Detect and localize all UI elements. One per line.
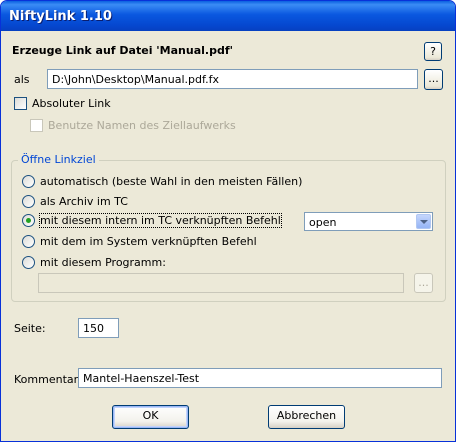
- comment-label: Kommentar:: [14, 373, 82, 386]
- open-target-group-title: Öffne Linkziel: [18, 153, 99, 166]
- drive-names-checkbox[interactable]: [30, 119, 43, 132]
- help-button[interactable]: ?: [424, 42, 442, 61]
- title-bar[interactable]: NiftyLink 1.10: [1, 1, 455, 31]
- absolute-link-checkbox[interactable]: [14, 97, 27, 110]
- ellipsis-icon: ...: [418, 276, 429, 289]
- radio-system-command-label: mit dem im System verknüpften Befehl: [40, 235, 257, 248]
- comment-input[interactable]: Mantel-Haenszel-Test: [78, 368, 442, 388]
- radio-program[interactable]: [22, 256, 35, 269]
- command-select[interactable]: open: [304, 212, 433, 231]
- window-title: NiftyLink 1.10: [9, 9, 112, 24]
- radio-selected-dot: [26, 218, 31, 223]
- radio-archive[interactable]: [22, 195, 35, 208]
- cancel-button-label: Abbrechen: [276, 409, 337, 422]
- dialog-heading: Erzeuge Link auf Datei 'Manual.pdf': [12, 44, 233, 57]
- radio-internal-command[interactable]: [22, 214, 35, 227]
- program-path-input[interactable]: [38, 273, 404, 293]
- cancel-button[interactable]: Abbrechen: [268, 405, 345, 429]
- ok-button-label: OK: [142, 409, 159, 422]
- absolute-link-label: Absoluter Link: [32, 97, 111, 110]
- radio-archive-label: als Archiv im TC: [40, 195, 128, 208]
- radio-automatic[interactable]: [22, 175, 35, 188]
- radio-program-label: mit diesem Programm:: [40, 256, 166, 269]
- dialog-window: NiftyLink 1.10 Erzeuge Link auf Datei 'M…: [0, 0, 456, 442]
- target-path-input[interactable]: D:\John\Desktop\Manual.pdf.fx: [47, 69, 418, 89]
- target-label: als: [14, 73, 30, 86]
- browse-program-button[interactable]: ...: [414, 273, 433, 293]
- page-label: Seite:: [14, 322, 46, 335]
- chevron-down-icon[interactable]: [416, 214, 431, 229]
- command-select-value: open: [309, 216, 337, 229]
- radio-automatic-label: automatisch (beste Wahl in den meisten F…: [40, 175, 303, 188]
- help-icon: ?: [430, 45, 436, 58]
- drive-names-label: Benutze Namen des Ziellaufwerks: [48, 119, 236, 132]
- ellipsis-icon: ...: [428, 72, 439, 85]
- page-input[interactable]: 150: [78, 318, 119, 338]
- browse-target-button[interactable]: ...: [424, 69, 443, 90]
- radio-internal-command-label: mit diesem intern im TC verknüpften Befe…: [39, 213, 282, 228]
- ok-button[interactable]: OK: [112, 405, 189, 429]
- radio-system-command[interactable]: [22, 235, 35, 248]
